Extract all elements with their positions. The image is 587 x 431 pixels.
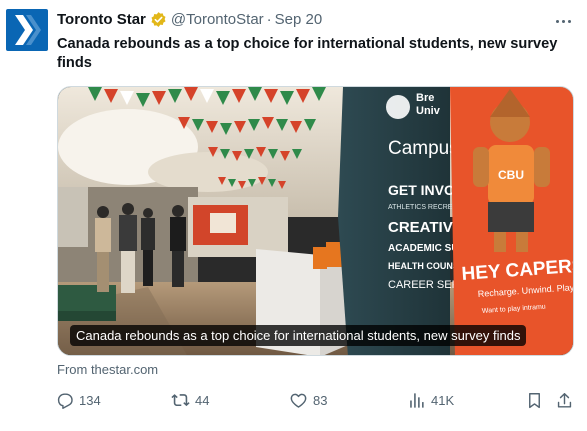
views-count: 41K [431,392,455,408]
tweet-card[interactable]: Toronto Star @TorontoStar · Sep 20 Canad… [0,0,587,431]
verified-gold-badge-icon[interactable] [150,11,167,28]
separator-dot: · [266,11,272,28]
author-name[interactable]: Toronto Star [57,11,146,28]
campus-sign-word: Campus [388,138,459,159]
views-button[interactable]: 41K [407,388,454,412]
author-handle[interactable]: @TorontoStar [171,11,264,28]
image-caption: Canada rebounds as a top choice for inte… [70,325,527,346]
action-bar: 134 44 83 41K [53,388,580,412]
campus-sign-top2: Univ [416,105,441,117]
bookmark-button[interactable] [525,388,544,412]
more-options-icon[interactable] [551,9,575,33]
avatar[interactable] [6,9,48,51]
athletics-text: ATHLETICS RECRE [388,204,453,211]
share-icon [557,392,572,408]
tweet-text: Canada rebounds as a top choice for inte… [57,36,558,71]
retweet-count: 44 [195,392,210,408]
reply-icon [57,392,73,409]
link-card-image[interactable]: Bre Univ Campus GET INVOL ATHLETICS RECR… [57,86,574,356]
campus-photo: Bre Univ Campus GET INVOL ATHLETICS RECR… [58,87,573,355]
retweet-button[interactable]: 44 [171,388,209,412]
heart-icon [290,393,307,408]
toronto-star-logo-icon [15,15,41,45]
retweet-icon [171,393,190,406]
tweet-header: Toronto Star @TorontoStar · Sep 20 [57,11,322,28]
timestamp[interactable]: Sep 20 [275,11,323,28]
bookmark-icon [529,392,540,408]
like-button[interactable]: 83 [289,388,327,412]
campus-sign-top: Bre [416,92,434,104]
share-button[interactable] [555,388,574,412]
reply-count: 134 [79,392,101,408]
views-chart-icon [410,392,424,408]
link-source[interactable]: From thestar.com [57,362,158,377]
reply-button[interactable]: 134 [55,388,101,412]
mascot-shirt-text: CBU [498,168,524,182]
like-count: 83 [313,392,328,408]
